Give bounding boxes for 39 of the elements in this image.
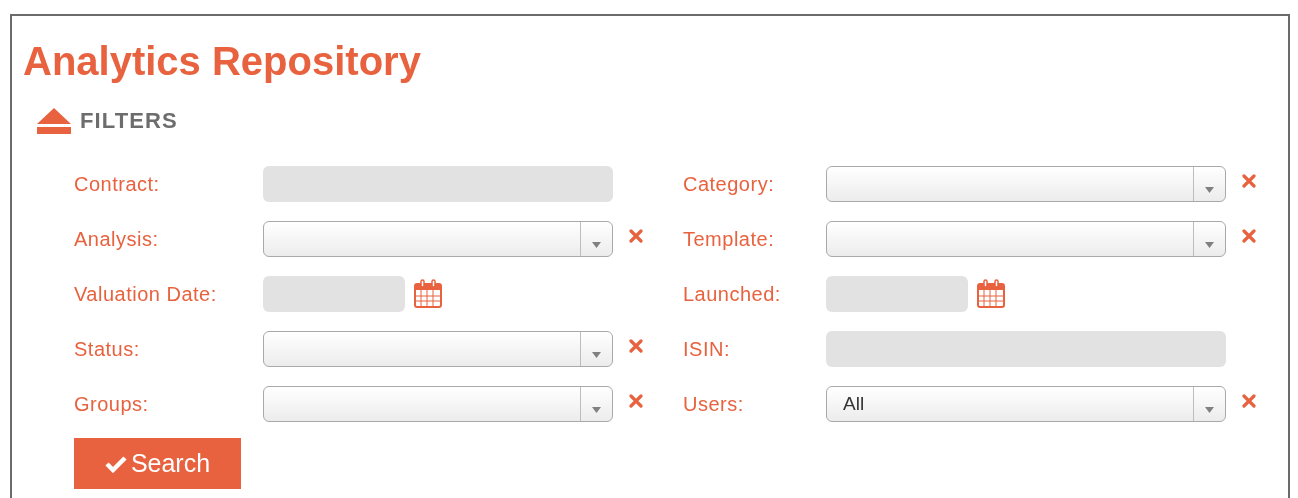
- date-field[interactable]: [263, 276, 405, 312]
- field-label: Valuation Date:: [74, 282, 218, 307]
- field-label: Groups:: [74, 392, 150, 417]
- caret-icon: [592, 352, 601, 358]
- dropdown-field[interactable]: All: [826, 386, 1226, 422]
- dropdown-field[interactable]: [263, 221, 613, 257]
- field-label: Analysis:: [74, 227, 160, 252]
- dropdown-field[interactable]: [263, 386, 613, 422]
- clear-icon[interactable]: [1242, 229, 1256, 243]
- date-field[interactable]: [826, 276, 968, 312]
- text-field[interactable]: [826, 331, 1226, 367]
- dropdown-value: All: [843, 391, 865, 416]
- dropdown-field[interactable]: [826, 166, 1226, 202]
- field-label: Status:: [74, 337, 141, 362]
- field-label: Contract:: [74, 172, 161, 197]
- calendar-icon[interactable]: [976, 279, 1006, 309]
- clear-icon[interactable]: [629, 394, 643, 408]
- calendar-icon[interactable]: [413, 279, 443, 309]
- caret-icon: [592, 407, 601, 413]
- caret-icon: [1205, 242, 1214, 248]
- text-field[interactable]: [263, 166, 613, 202]
- clear-icon[interactable]: [629, 229, 643, 243]
- clear-icon[interactable]: [629, 339, 643, 353]
- clear-icon[interactable]: [1242, 174, 1256, 188]
- page-title: Analytics Repository: [23, 38, 422, 85]
- check-icon: [104, 454, 127, 473]
- caret-icon: [1205, 407, 1214, 413]
- caret-icon: [1205, 187, 1214, 193]
- dropdown-field[interactable]: [826, 221, 1226, 257]
- field-label: Users:: [683, 392, 745, 417]
- field-label: Template:: [683, 227, 776, 252]
- field-label: ISIN:: [683, 337, 731, 362]
- caret-icon: [592, 242, 601, 248]
- clear-icon[interactable]: [1242, 394, 1256, 408]
- search-button[interactable]: Search: [74, 438, 241, 489]
- dropdown-field[interactable]: [263, 331, 613, 367]
- field-label: Launched:: [683, 282, 782, 307]
- field-label: Category:: [683, 172, 776, 197]
- filters-toggle[interactable]: FILTERS: [36, 104, 178, 137]
